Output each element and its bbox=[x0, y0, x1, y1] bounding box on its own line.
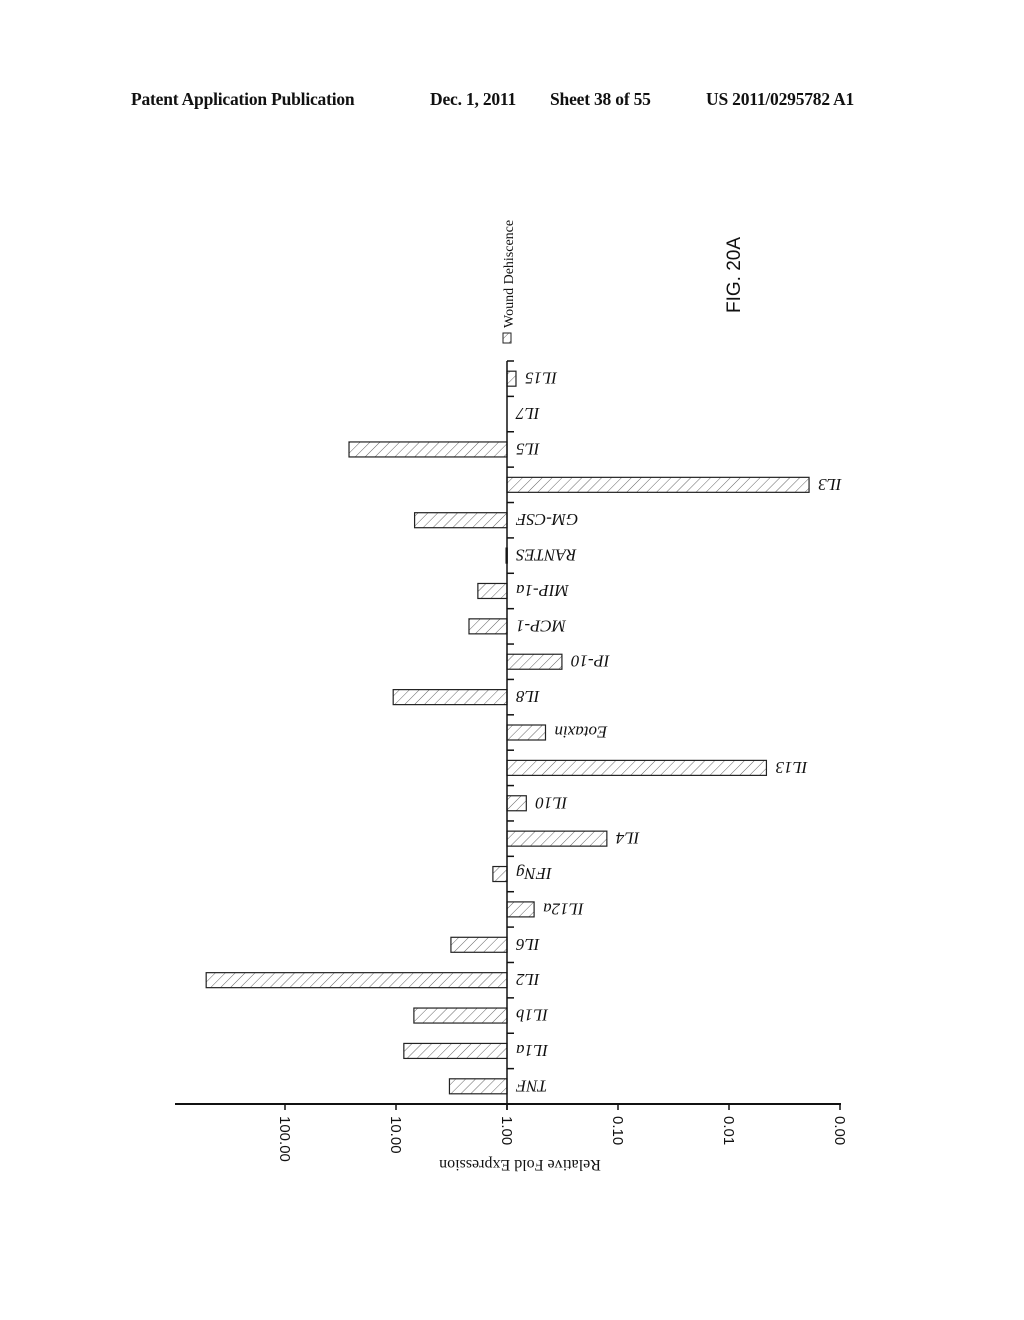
value-tick-label: 0.00 bbox=[831, 1116, 848, 1145]
category-label: IL3 bbox=[818, 475, 843, 494]
value-tick-label: 1.00 bbox=[498, 1116, 515, 1145]
bar-mcp-1 bbox=[468, 618, 508, 635]
bar-mip-1a bbox=[477, 582, 508, 600]
category-label: IL13 bbox=[775, 758, 808, 777]
legend: Wound Dehiscence bbox=[502, 220, 517, 344]
bar-il3 bbox=[506, 476, 810, 493]
category-label: IL6 bbox=[516, 935, 541, 954]
category-label: IL12a bbox=[543, 899, 585, 918]
bar-gm-csf bbox=[413, 512, 508, 529]
value-tick-label: 100.00 bbox=[276, 1116, 293, 1162]
value-tick-label: 0.10 bbox=[609, 1116, 626, 1145]
category-label: Eotaxin bbox=[554, 723, 608, 742]
bar-il1a bbox=[403, 1042, 508, 1060]
bar-ifng bbox=[492, 865, 508, 883]
legend-label: Wound Dehiscence bbox=[502, 220, 517, 328]
category-label: GM-CSF bbox=[515, 510, 578, 529]
category-label: IL5 bbox=[516, 439, 541, 458]
bar-il2 bbox=[205, 972, 508, 989]
category-label: IL15 bbox=[525, 369, 558, 388]
bar-il1b bbox=[413, 1007, 508, 1024]
bar-il4 bbox=[506, 830, 608, 847]
category-label: IL10 bbox=[535, 793, 569, 812]
value-tick-label: 10.00 bbox=[387, 1116, 404, 1154]
value-tick-label: 0.01 bbox=[720, 1116, 737, 1145]
category-label: MIP-1a bbox=[516, 581, 570, 600]
bar-il8 bbox=[392, 689, 508, 706]
bar-il10 bbox=[506, 795, 527, 812]
figure-label: FIG. 20A bbox=[724, 237, 745, 313]
bar-il15 bbox=[506, 370, 517, 387]
category-label: IL1b bbox=[516, 1006, 549, 1025]
category-label: IP-10 bbox=[570, 652, 610, 671]
category-label: IL7 bbox=[515, 404, 541, 423]
category-label: IL8 bbox=[516, 687, 541, 706]
category-label: RANTES bbox=[516, 546, 578, 565]
category-label: IL4 bbox=[615, 829, 640, 848]
value-axis-title: Relative Fold Expression bbox=[439, 1156, 601, 1173]
legend-swatch bbox=[502, 332, 512, 344]
category-label: TNF bbox=[515, 1076, 547, 1095]
category-label: MCP-1 bbox=[516, 616, 567, 635]
bar-il5 bbox=[348, 441, 508, 458]
category-label: IL1a bbox=[516, 1041, 549, 1060]
category-label: IL2 bbox=[516, 970, 541, 989]
bar-chart: 100.00 10.00 1.00 0.10 0.01 0.00 TNF IL1a IL1b IL… bbox=[175, 220, 848, 1173]
bar-il12a bbox=[506, 901, 535, 918]
bar-ip-10 bbox=[506, 653, 563, 670]
bar-eotaxin bbox=[506, 724, 547, 741]
bar-tnf bbox=[448, 1078, 508, 1095]
category-label: IFNg bbox=[516, 864, 553, 883]
bar-il6 bbox=[450, 936, 508, 953]
bar-il13 bbox=[506, 759, 768, 776]
